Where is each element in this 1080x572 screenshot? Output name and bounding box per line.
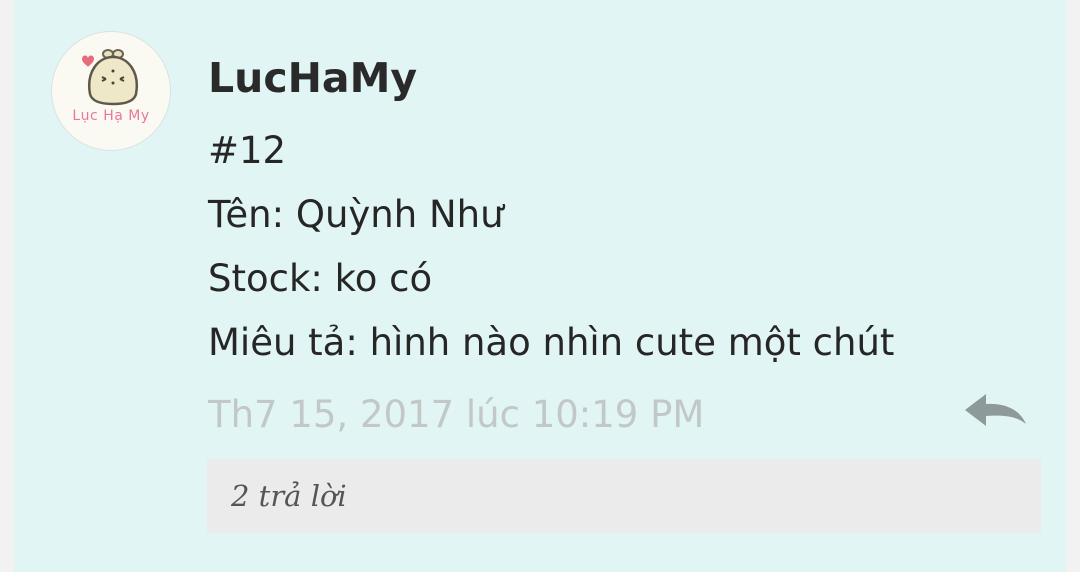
avatar[interactable]: Lục Hạ My <box>51 31 171 151</box>
reply-button[interactable] <box>960 388 1030 438</box>
post-line-stock: Stock: ko có <box>208 257 433 300</box>
reply-arrow-icon <box>965 394 1026 426</box>
bunny-mascot-icon <box>82 49 139 106</box>
post-timestamp: Th7 15, 2017 lúc 10:19 PM <box>208 393 705 436</box>
post-line-description: Miêu tả: hình nào nhìn cute một chút <box>208 321 895 364</box>
username[interactable]: LucHaMy <box>208 52 417 104</box>
post-line-number: #12 <box>208 129 287 172</box>
replies-count-label: 2 trả lời <box>231 479 347 513</box>
replies-toggle[interactable]: 2 trả lời <box>207 459 1041 533</box>
comment-card: Lục Hạ My LucHaMy #12 Tên: Quỳnh Như Sto… <box>14 0 1066 572</box>
post-line-name: Tên: Quỳnh Như <box>208 193 504 236</box>
avatar-label: Lục Hạ My <box>72 108 150 124</box>
